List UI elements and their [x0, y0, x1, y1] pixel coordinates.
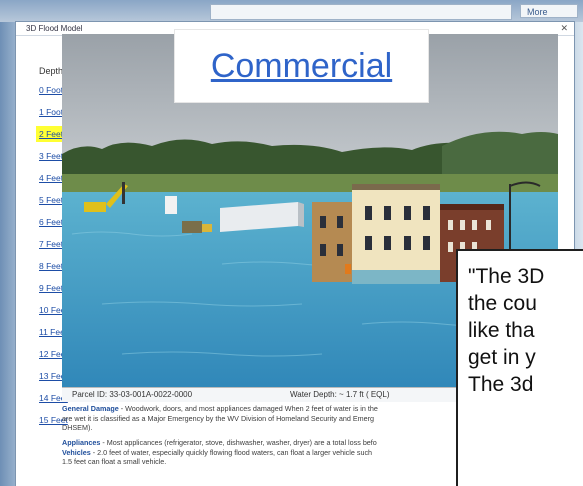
vehicles-text: - 2.0 feet of water, especially quickly …: [90, 447, 373, 457]
water-depth: Water Depth: ~ 1.7 ft ( EQL): [290, 390, 390, 399]
vehicles-line2: 1.5 feet can float a small vehicle.: [62, 457, 167, 466]
commercial-link[interactable]: Commercial: [175, 30, 428, 102]
general-damage-title: General Damage: [62, 404, 119, 413]
background-tab[interactable]: [210, 4, 512, 20]
general-damage-block: General Damage - Woodwork, doors, and mo…: [62, 404, 502, 433]
background-app-toolbar: More: [0, 0, 583, 22]
appliances-block: Appliances - Most applicances (refrigera…: [62, 438, 502, 467]
quote-callout: "The 3D the cou like tha get in y The 3d: [456, 249, 583, 486]
background-tab-more[interactable]: More: [520, 4, 578, 18]
depth-header: Depth: [39, 66, 64, 76]
general-damage-line2: are wet it is classified as a Major Emer…: [62, 413, 374, 423]
commercial-label-box: Commercial: [175, 30, 428, 102]
appliances-title: Appliances: [62, 438, 101, 447]
small-trailer: [165, 196, 177, 214]
general-damage-line3: DHSEM).: [62, 423, 93, 432]
vehicles-title: Vehicles: [62, 447, 91, 457]
general-damage-text: - Woodwork, doors, and most appliances d…: [118, 404, 378, 413]
screenshot-frame: More 3D Flood Model ✕ 3 Depth 0 Foot 1 F…: [0, 0, 583, 486]
close-icon[interactable]: ✕: [560, 23, 568, 34]
parcel-id: Parcel ID: 33-03-001A-0022-0000: [72, 390, 193, 399]
appliances-text: - Most applicances (refrigerator, stove,…: [100, 438, 377, 447]
quote-text: "The 3D the cou like tha get in y The 3d: [468, 265, 545, 396]
